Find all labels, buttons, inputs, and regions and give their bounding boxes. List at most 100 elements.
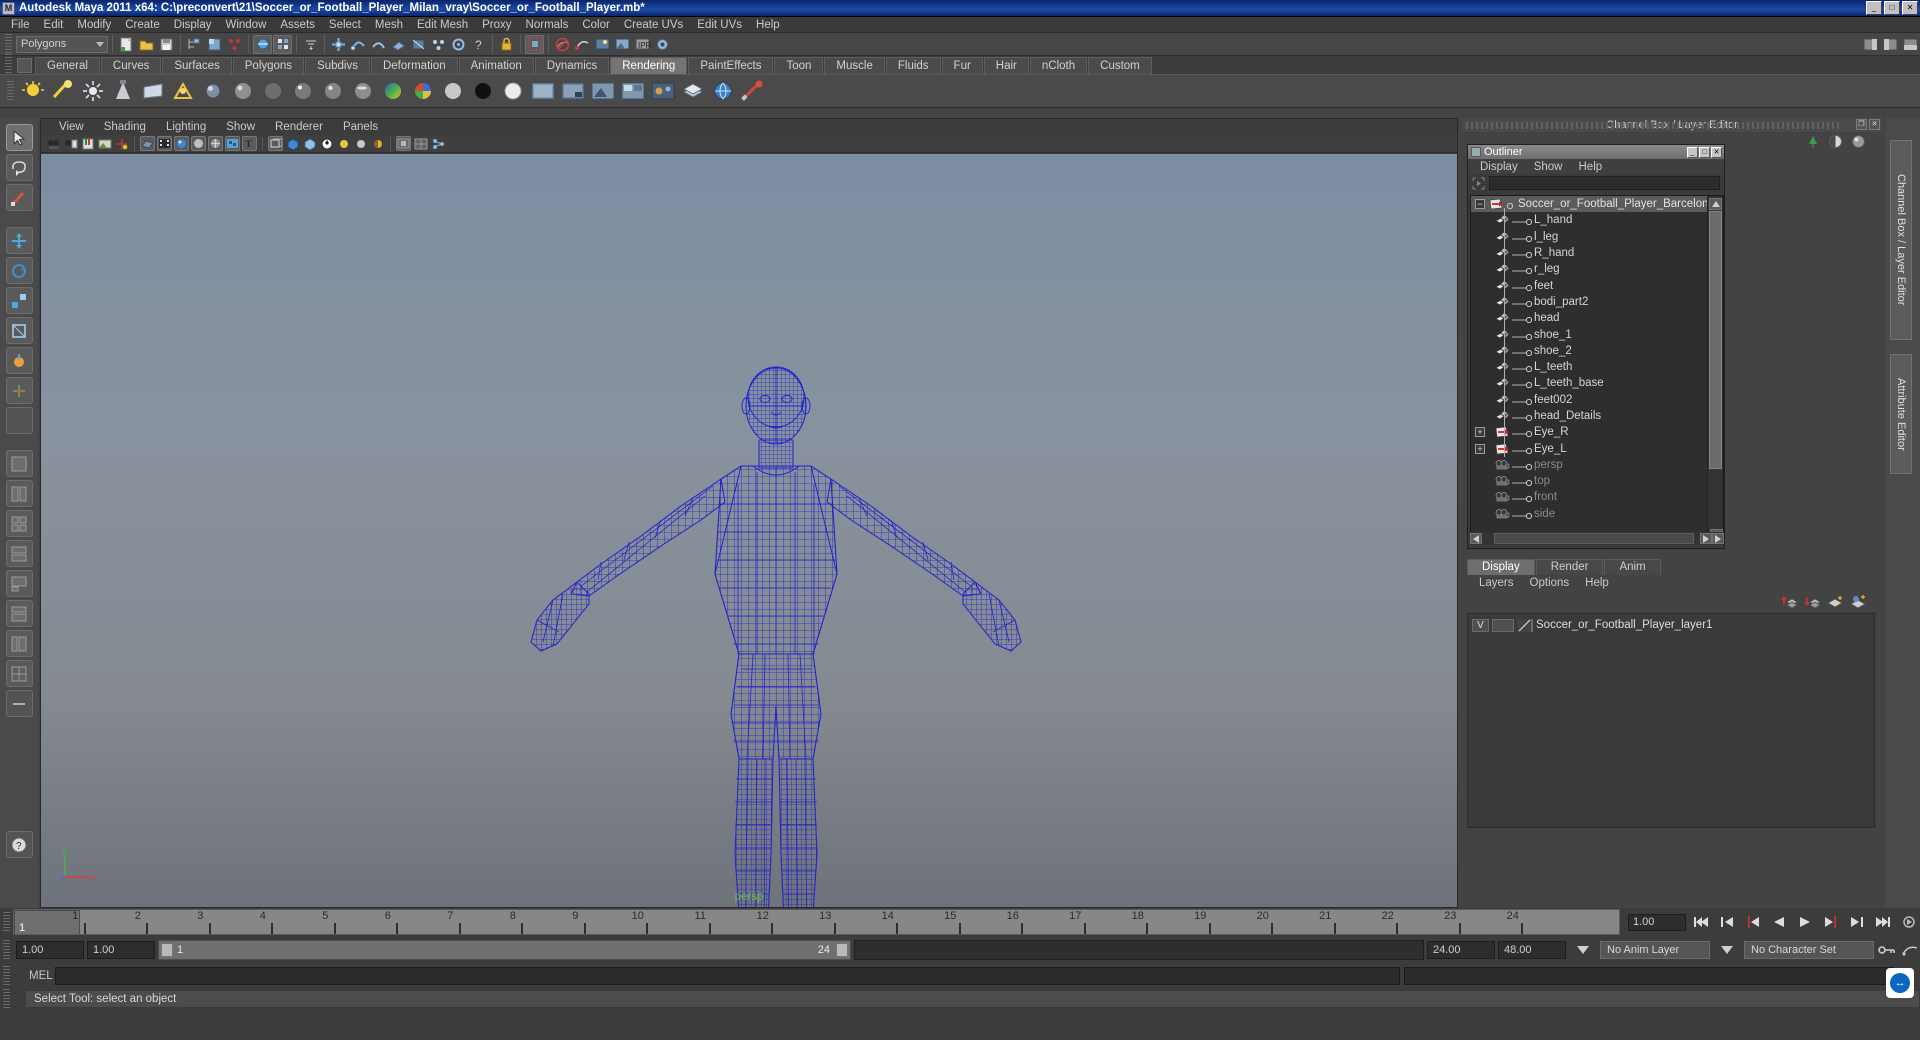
anim-layer-dropdown-arrow[interactable] [1713,941,1741,959]
lock-icon[interactable] [497,35,516,54]
image-plane-icon[interactable] [97,136,112,151]
hypershade-persp-layout-button[interactable] [5,600,33,627]
go-to-end-icon[interactable] [1872,912,1894,932]
anim-layer-dropdown[interactable]: No Anim Layer [1600,941,1710,959]
shelf-tab-subdivs[interactable]: Subdivs [305,57,370,74]
shelf-tab-rendering[interactable]: Rendering [610,57,688,74]
menu-item-help[interactable]: Help [749,17,787,33]
playblast-icon[interactable] [1898,912,1920,932]
phong-material-icon[interactable] [289,77,317,105]
select-mask-all-icon[interactable] [253,34,272,54]
xray-icon[interactable] [268,136,283,151]
save-scene-icon[interactable] [157,35,176,54]
anim-start-time-field[interactable]: 1.00 [16,941,84,959]
smooth-shade-all-icon[interactable] [174,136,189,151]
menu-item-mesh[interactable]: Mesh [368,17,410,33]
viewport-menu-lighting[interactable]: Lighting [156,121,216,133]
mel-command-input[interactable] [55,967,1400,985]
no-construction-history-icon[interactable] [553,35,572,54]
viewport-menu-panels[interactable]: Panels [333,121,388,133]
area-light-icon[interactable] [139,77,167,105]
render-current-frame-icon[interactable] [613,35,632,54]
menu-item-file[interactable]: File [4,17,37,33]
maximize-button[interactable]: □ [1884,1,1900,15]
scroll-right-small-icon[interactable] [1700,533,1712,544]
new-layer-icon[interactable] [1826,594,1844,609]
outliner-item[interactable]: bodi_part2 [1471,294,1707,310]
xray-joints-icon[interactable] [302,136,317,151]
lasso-tool-button[interactable] [5,154,33,181]
snap-to-curve-icon[interactable] [349,35,368,54]
character-set-dropdown[interactable]: No Character Set [1744,941,1874,959]
spot-light-icon[interactable] [109,77,137,105]
move-layer-down-icon[interactable] [1804,594,1821,609]
show-manipulator-tool-button[interactable] [5,377,33,404]
remote-control-icon[interactable]: ↔ [1886,968,1914,998]
isolate-select-icon[interactable] [396,136,411,151]
timeslider-grip[interactable] [3,912,10,932]
outliner-item[interactable]: feet [1471,277,1707,293]
range-end-time-field[interactable]: 24.00 [1427,941,1495,959]
render-sequence-icon[interactable] [619,77,647,105]
outliner-item[interactable]: l_leg [1471,229,1707,245]
outliner-item[interactable]: + Eye_L [1471,440,1707,456]
select-by-object-icon[interactable] [205,35,224,54]
menu-item-create-uvs[interactable]: Create UVs [617,17,690,33]
panel-drag-dots-left[interactable] [1466,122,1666,129]
move-layer-up-icon[interactable] [1781,594,1798,609]
shelf-tab-custom[interactable]: Custom [1088,57,1152,74]
select-by-component-icon[interactable] [225,35,244,54]
last-tool-used-button[interactable] [5,407,33,434]
select-mask-grid-icon[interactable] [273,34,292,54]
outliner-menu-help[interactable]: Help [1571,161,1611,173]
minimize-button[interactable]: _ [1866,1,1882,15]
outliner-item[interactable]: shoe_1 [1471,326,1707,342]
step-forward-key-icon[interactable] [1820,912,1842,932]
shadows-icon[interactable] [370,136,385,151]
help-question-icon[interactable]: ? [469,35,488,54]
outliner-item[interactable]: + Eye_R [1471,424,1707,440]
shelf-tab-painteffects[interactable]: PaintEffects [688,57,774,74]
paint-selection-tool-button[interactable] [5,184,33,211]
point-light-icon[interactable] [79,77,107,105]
shelf-options-icon[interactable] [17,58,32,73]
camera-attributes-icon[interactable] [63,136,78,151]
ambient-light-icon[interactable] [199,77,227,105]
step-forward-frame-icon[interactable] [1846,912,1868,932]
persp-uv-layout-button[interactable] [5,660,33,687]
soft-modification-tool-button[interactable] [5,347,33,374]
scroll-left-icon[interactable] [1470,533,1482,544]
outliner-item[interactable]: L_teeth [1471,359,1707,375]
input-connections-icon[interactable] [525,34,544,54]
close-button[interactable]: ✕ [1902,1,1918,15]
perspective-viewport[interactable]: y x persp [41,154,1457,907]
menu-item-display[interactable]: Display [167,17,219,33]
expand-plus-icon[interactable]: + [1475,443,1485,454]
ramp-shader-icon[interactable] [379,77,407,105]
outliner-scroll-thumb[interactable] [1709,211,1722,469]
four-pane-layout-button[interactable] [5,510,33,537]
time-cursor[interactable]: 1 [14,910,80,934]
shelf-tab-polygons[interactable]: Polygons [232,57,305,74]
help-bubble-icon[interactable]: ? [5,831,33,858]
layer-editor-menu-layers[interactable]: Layers [1471,577,1522,589]
expand-layouts-button[interactable] [5,690,33,717]
snap-to-point-icon[interactable] [369,35,388,54]
layer-editor-tab-anim[interactable]: Anim [1604,559,1661,575]
color-wheel-icon[interactable] [409,77,437,105]
menu-item-edit-mesh[interactable]: Edit Mesh [410,17,475,33]
shade-object-icon[interactable] [285,136,300,151]
shelf-tab-animation[interactable]: Animation [458,57,534,74]
search-filter-icon[interactable] [1472,177,1485,190]
rangeslider-grip[interactable] [3,940,10,960]
step-back-frame-icon[interactable] [1716,912,1738,932]
outliner-item[interactable]: front [1471,489,1707,505]
selection-mask-menu-icon[interactable] [301,35,320,54]
render-view-shelf-icon[interactable] [529,77,557,105]
toggle-attribute-editor-icon[interactable] [1881,35,1900,54]
shaded-no-texture-icon[interactable] [191,136,206,151]
outliner-item[interactable]: top [1471,473,1707,489]
outliner-close-button[interactable]: ✕ [1711,146,1722,158]
viewport-menu-renderer[interactable]: Renderer [265,121,333,133]
anim-end-time-field[interactable]: 48.00 [1498,941,1566,959]
